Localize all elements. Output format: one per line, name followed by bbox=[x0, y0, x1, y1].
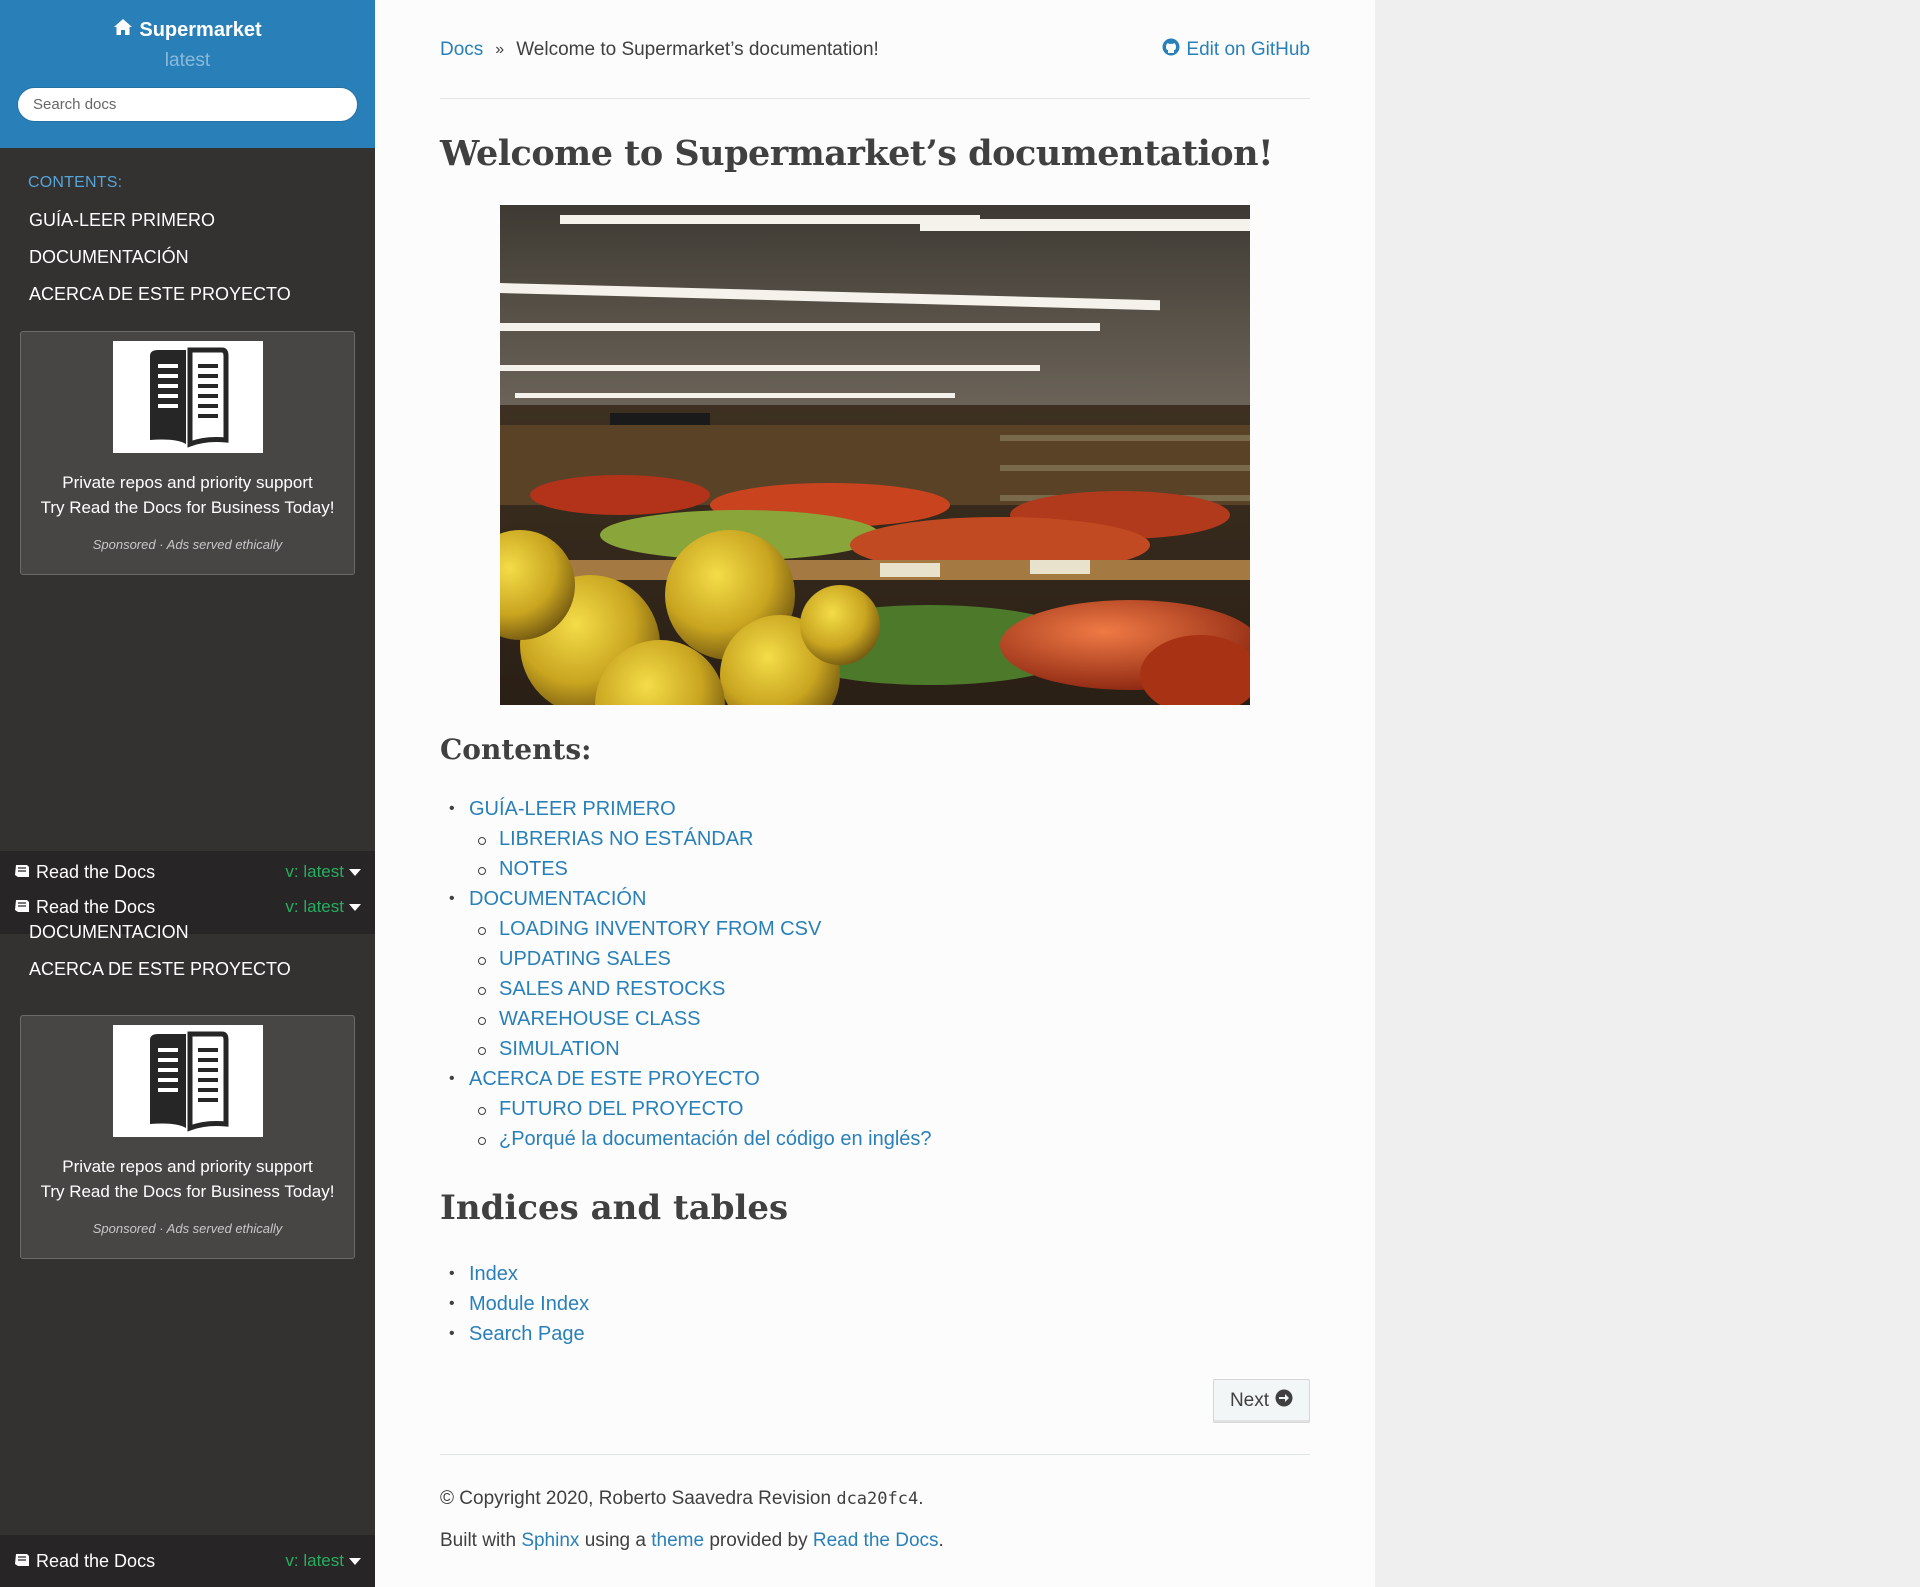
index-link[interactable]: Index bbox=[469, 1263, 518, 1285]
toc-item-porque[interactable]: ¿Porqué la documentación del código en i… bbox=[469, 1124, 932, 1154]
sponsor-ad[interactable]: Private repos and priority support Try R… bbox=[20, 331, 355, 575]
toc-item-acerca[interactable]: ACERCA DE ESTE PROYECTO bbox=[449, 1064, 932, 1094]
search-page-link-item[interactable]: Search Page bbox=[449, 1319, 589, 1349]
toc-item-documentacion[interactable]: DOCUMENTACIÓN bbox=[449, 884, 932, 914]
brand-link[interactable]: Supermarket bbox=[113, 18, 262, 42]
next-label: Next bbox=[1229, 1390, 1270, 1411]
version-label: latest bbox=[164, 50, 211, 71]
sidebar-item-acerca[interactable]: ACERCA DE ESTE PROYECTO bbox=[0, 282, 375, 319]
breadcrumb-docs-link[interactable]: Docs bbox=[440, 39, 483, 61]
toc-item-warehouse[interactable]: WAREHOUSE CLASS bbox=[469, 1004, 932, 1034]
sidebar: Supermarket latest CONTENTS: GUÍA-LEER P… bbox=[0, 0, 375, 1587]
toc-link[interactable]: LOADING INVENTORY FROM CSV bbox=[499, 918, 821, 940]
toc-item-sales[interactable]: SALES AND RESTOCKS bbox=[469, 974, 932, 1004]
sidebar-menu: GUÍA-LEER PRIMERO DOCUMENTACIÓN ACERCA D… bbox=[0, 208, 375, 319]
sidebar-header: Supermarket latest bbox=[0, 0, 375, 148]
breadcrumb-current: Welcome to Supermarket’s documentation! bbox=[516, 39, 879, 60]
toc-item-loading[interactable]: LOADING INVENTORY FROM CSV bbox=[469, 914, 932, 944]
ad-line-1: Private repos and priority support bbox=[62, 473, 313, 492]
sidebar-item-guia[interactable]: GUÍA-LEER PRIMERO bbox=[0, 208, 375, 245]
toc-link[interactable]: SIMULATION bbox=[499, 1038, 620, 1060]
brand-name: Supermarket bbox=[139, 18, 262, 41]
sphinx-link[interactable]: Sphinx bbox=[521, 1530, 579, 1551]
rtd-versions-bar-bottom[interactable]: Read the Docs v: latest bbox=[0, 1535, 375, 1587]
book-icon bbox=[112, 341, 263, 453]
indices-heading: Indices and tables bbox=[440, 1188, 789, 1228]
sidebar-item-documentacion[interactable]: DOCUMENTACION bbox=[0, 920, 375, 957]
ad-line-2: Try Read the Docs for Business Today! bbox=[40, 1182, 335, 1201]
edit-on-github-link[interactable]: Edit on GitHub bbox=[1162, 38, 1310, 62]
book-icon bbox=[14, 1551, 30, 1572]
breadcrumb: Docs » Welcome to Supermarket’s document… bbox=[440, 38, 1310, 62]
toc-link[interactable]: SALES AND RESTOCKS bbox=[499, 978, 725, 1000]
module-index-link-item[interactable]: Module Index bbox=[449, 1289, 589, 1319]
toc-link[interactable]: UPDATING SALES bbox=[499, 948, 671, 970]
book-icon bbox=[14, 862, 30, 883]
rtd-version[interactable]: v: latest bbox=[285, 897, 361, 917]
book-icon bbox=[14, 897, 30, 918]
footer-built-with: Built with Sphinx using a theme provided… bbox=[440, 1530, 944, 1551]
ad-text: Private repos and priority support Try R… bbox=[21, 470, 354, 520]
divider bbox=[440, 1454, 1310, 1455]
toc-item-guia[interactable]: GUÍA-LEER PRIMERO bbox=[449, 794, 932, 824]
rtd-label: Read the Docs bbox=[14, 862, 155, 883]
supermarket-photo bbox=[500, 205, 1250, 705]
toc-item-notes[interactable]: NOTES bbox=[469, 854, 932, 884]
toc-link[interactable]: LIBRERIAS NO ESTÁNDAR bbox=[499, 828, 754, 850]
rtd-label: Read the Docs bbox=[14, 1551, 155, 1572]
toc-item-simulation[interactable]: SIMULATION bbox=[469, 1034, 932, 1064]
rtd-version[interactable]: v: latest bbox=[285, 1551, 361, 1571]
toc-link[interactable]: WAREHOUSE CLASS bbox=[499, 1008, 701, 1030]
toc-item-librerias[interactable]: LIBRERIAS NO ESTÁNDAR bbox=[469, 824, 932, 854]
search-input[interactable] bbox=[33, 96, 342, 113]
breadcrumb-separator: » bbox=[495, 41, 505, 58]
sidebar-item-documentacion[interactable]: DOCUMENTACIÓN bbox=[0, 245, 375, 282]
divider bbox=[440, 98, 1310, 99]
ad-sponsor-note: Sponsored · Ads served ethically bbox=[92, 1221, 283, 1236]
ad-text: Private repos and priority support Try R… bbox=[21, 1154, 354, 1204]
caret-down-icon bbox=[349, 868, 361, 876]
theme-link[interactable]: theme bbox=[651, 1530, 704, 1551]
toc-link[interactable]: FUTURO DEL PROYECTO bbox=[499, 1098, 743, 1120]
home-icon bbox=[113, 18, 133, 42]
rtd-version[interactable]: v: latest bbox=[285, 862, 361, 882]
github-icon bbox=[1162, 38, 1180, 62]
search-page-link[interactable]: Search Page bbox=[469, 1323, 585, 1345]
toc-link[interactable]: GUÍA-LEER PRIMERO bbox=[469, 798, 676, 820]
ad-line-1: Private repos and priority support bbox=[62, 1157, 313, 1176]
ad-line-2: Try Read the Docs for Business Today! bbox=[40, 498, 335, 517]
sponsor-ad[interactable]: Private repos and priority support Try R… bbox=[20, 1015, 355, 1259]
toc-link[interactable]: ¿Porqué la documentación del código en i… bbox=[499, 1128, 932, 1150]
main-content: Docs » Welcome to Supermarket’s document… bbox=[375, 0, 1375, 1587]
toc-link[interactable]: NOTES bbox=[499, 858, 568, 880]
arrow-circle-right-icon bbox=[1275, 1389, 1293, 1413]
module-index-link[interactable]: Module Index bbox=[469, 1293, 589, 1315]
sidebar-menu-ghost: DOCUMENTACION ACERCA DE ESTE PROYECTO bbox=[0, 920, 375, 994]
toc-link[interactable]: ACERCA DE ESTE PROYECTO bbox=[469, 1068, 760, 1090]
menu-caption: CONTENTS: bbox=[28, 174, 123, 191]
sidebar-item-acerca[interactable]: ACERCA DE ESTE PROYECTO bbox=[0, 957, 375, 994]
indices-list: Index Module Index Search Page bbox=[449, 1259, 589, 1349]
search-box[interactable] bbox=[17, 87, 358, 122]
toc-item-futuro[interactable]: FUTURO DEL PROYECTO bbox=[469, 1094, 932, 1124]
read-the-docs-link[interactable]: Read the Docs bbox=[813, 1530, 939, 1551]
ad-sponsor-note: Sponsored · Ads served ethically bbox=[92, 537, 283, 552]
index-link-item[interactable]: Index bbox=[449, 1259, 589, 1289]
rtd-label: Read the Docs bbox=[14, 897, 155, 918]
book-icon bbox=[112, 1025, 263, 1137]
contents-heading: Contents: bbox=[440, 733, 592, 766]
caret-down-icon bbox=[349, 1557, 361, 1565]
toc-list: GUÍA-LEER PRIMERO LIBRERIAS NO ESTÁNDAR … bbox=[449, 794, 932, 1154]
toc-item-updating[interactable]: UPDATING SALES bbox=[469, 944, 932, 974]
footer-copyright: © Copyright 2020, Roberto Saavedra Revis… bbox=[440, 1488, 924, 1509]
page-title: Welcome to Supermarket’s documentation! bbox=[440, 133, 1273, 174]
next-button[interactable]: Next bbox=[1213, 1379, 1310, 1423]
toc-link[interactable]: DOCUMENTACIÓN bbox=[469, 888, 646, 910]
caret-down-icon bbox=[349, 903, 361, 911]
revision-hash: dca20fc4 bbox=[836, 1489, 919, 1509]
